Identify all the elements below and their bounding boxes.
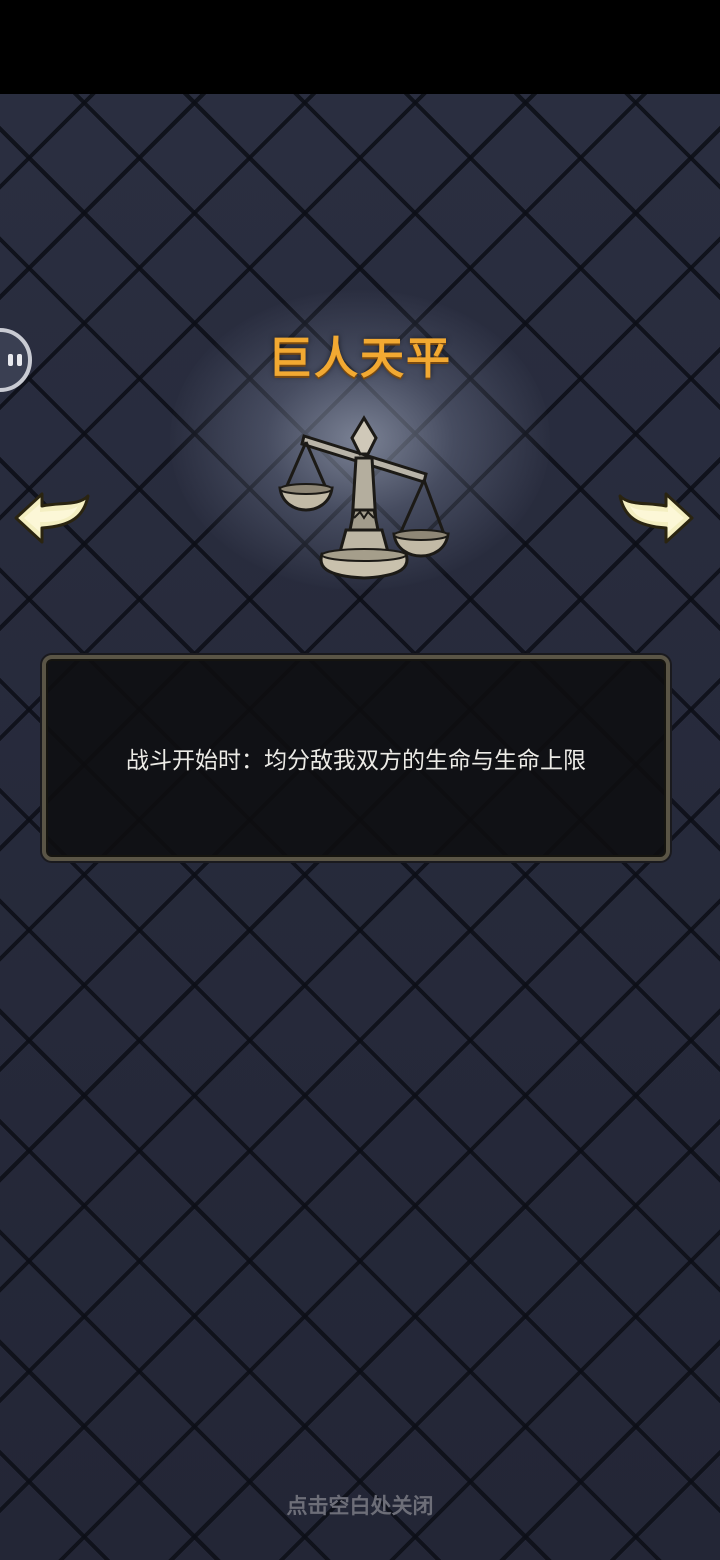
status-bar: [0, 0, 720, 94]
relic-description: 战斗开始时：均分敌我双方的生命与生命上限: [126, 748, 586, 774]
arrow-right-icon[interactable]: [616, 486, 696, 550]
relic-title: 巨人天平: [268, 333, 452, 384]
description-panel: 战斗开始时：均分敌我双方的生命与生命上限: [42, 655, 670, 861]
arrow-left-icon[interactable]: [12, 486, 92, 550]
background-overlay[interactable]: 巨人天平 战斗开始时：均分敌我双方的生命与生命上限 点击空白处关闭: [0, 94, 720, 1560]
close-hint[interactable]: 点击空白处关闭: [0, 1490, 720, 1520]
balance-scale-icon: [276, 414, 452, 594]
relic-detail-screen: 巨人天平 战斗开始时：均分敌我双方的生命与生命上限 点击空白处关闭: [0, 0, 720, 1560]
